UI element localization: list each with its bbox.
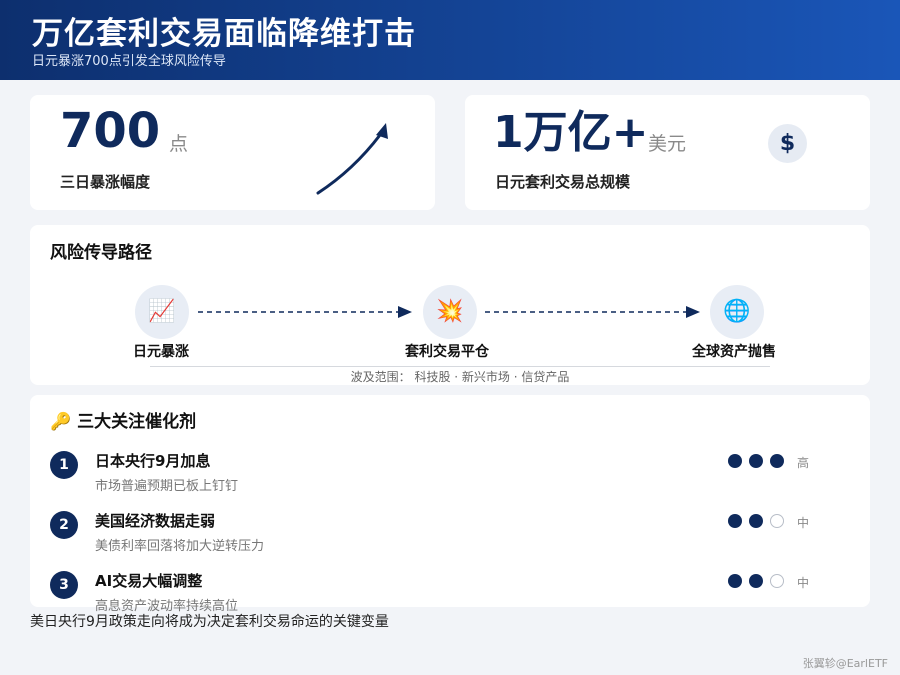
explosion-icon: 💥 <box>423 285 477 339</box>
conclusion-text: 美日央行9月政策走向将成为决定套利交易命运的关键变量 <box>30 614 389 630</box>
key-icon: 🔑 <box>50 412 72 432</box>
importance-dot-empty <box>770 514 784 528</box>
page-subtitle: 日元暴涨700点引发全球风险传导 <box>32 54 226 69</box>
globe-icon: 🌐 <box>710 285 764 339</box>
catalyst-title: AI交易大幅调整 <box>95 572 203 590</box>
catalysts-card: 🔑 三大关注催化剂 1 日本央行9月加息 市场普遍预期已板上钉钉 高 2 美国经… <box>30 395 870 614</box>
importance-dot-filled <box>770 454 784 468</box>
catalyst-desc: 美债利率回落将加大逆转压力 <box>95 539 265 554</box>
item-number-badge: 2 <box>50 511 78 539</box>
catalyst-title: 美国经济数据走弱 <box>95 512 216 530</box>
item-number-badge: 3 <box>50 571 78 599</box>
risk-transmission-card: 风险传导路径 📈 日元暴涨 💥 套利交易平仓 🌐 全球资产抛售 波及范围： 科技… <box>30 225 870 385</box>
importance-dots <box>728 514 784 528</box>
importance-dot-filled <box>749 454 763 468</box>
dollar-icon: $ <box>768 124 807 163</box>
importance-level: 高 <box>797 456 810 470</box>
importance-level: 中 <box>797 516 810 530</box>
importance-dot-filled <box>749 514 763 528</box>
importance-dot-filled <box>728 574 742 588</box>
section-title: 🔑 三大关注催化剂 <box>50 412 197 432</box>
stat-label: 日元套利交易总规模 <box>495 173 631 191</box>
catalyst-desc: 市场普遍预期已板上钉钉 <box>95 479 239 494</box>
catalyst-title: 日本央行9月加息 <box>95 452 211 470</box>
stat-card-scale: 1万亿+ 美元 日元套利交易总规模 $ <box>465 95 870 210</box>
importance-dots <box>728 454 784 468</box>
importance-dot-empty <box>770 574 784 588</box>
stat-unit: 美元 <box>648 133 687 155</box>
flow-node-label: 全球资产抛售 <box>692 344 776 360</box>
flow-node-label: 日元暴涨 <box>133 344 189 360</box>
flow-node-label: 套利交易平仓 <box>405 344 489 360</box>
trend-up-arrow-icon <box>316 123 388 195</box>
importance-level: 中 <box>797 576 810 590</box>
importance-dot-filled <box>728 514 742 528</box>
impact-scope: 波及范围： 科技股 · 新兴市场 · 信贷产品 <box>150 366 770 385</box>
stat-value: 700 <box>60 103 161 159</box>
importance-dot-filled <box>728 454 742 468</box>
stat-label: 三日暴涨幅度 <box>60 173 151 191</box>
stat-unit: 点 <box>169 133 189 155</box>
stat-value: 1万亿+ <box>493 107 649 158</box>
page-title: 万亿套利交易面临降维打击 <box>32 16 416 52</box>
stat-card-points: 700 点 三日暴涨幅度 <box>30 95 435 210</box>
item-number-badge: 1 <box>50 451 78 479</box>
importance-dots <box>728 574 784 588</box>
header-banner: 万亿套利交易面临降维打击 日元暴涨700点引发全球风险传导 <box>0 0 900 80</box>
author-credit: 张翼轸@EarlETF <box>802 657 888 670</box>
chart-increasing-icon: 📈 <box>135 285 189 339</box>
importance-dot-filled <box>749 574 763 588</box>
